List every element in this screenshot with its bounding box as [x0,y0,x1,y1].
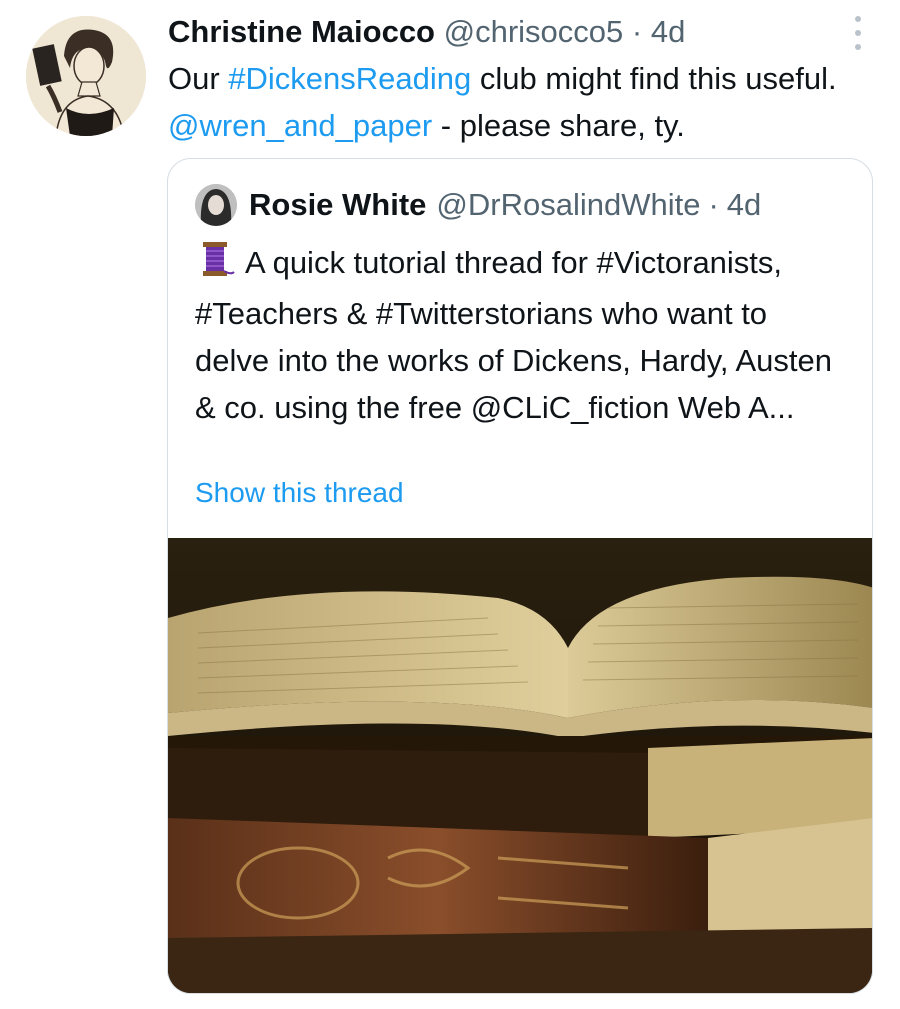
avatar[interactable] [26,16,146,136]
avatar-illustration [26,16,146,136]
dot [855,30,861,36]
more-vertical-icon[interactable] [852,16,864,50]
show-thread-link[interactable]: Show this thread [195,477,404,509]
tweet-text-part: Our [168,61,229,96]
author-handle[interactable]: @chrisocco5 [444,14,624,49]
quoted-avatar-photo [195,184,237,226]
dot [855,44,861,50]
hashtag-link[interactable]: #DickensReading [228,61,471,96]
quoted-author-name[interactable]: Rosie White [249,187,426,223]
tweet-text-part: club might find this useful. [471,61,837,96]
quoted-tweet-text-block: A quick tutorial thread for #Victoranist… [195,239,845,431]
thread-spool-icon [195,241,235,290]
tweet-text: Our #DickensReading club might find this… [168,55,868,149]
quoted-tweet-time: 4d [726,187,762,222]
quoted-author-avatar[interactable] [195,184,237,226]
separator: · [708,187,719,222]
quoted-tweet-text: A quick tutorial thread for #Victoranist… [195,245,832,425]
tweet-image[interactable] [168,538,872,993]
quoted-tweet-header: Rosie White @DrRosalindWhite · 4d [195,184,762,226]
tweet-time[interactable]: 4d [651,14,685,49]
author-name[interactable]: Christine Maiocco [168,14,435,49]
mention-link[interactable]: @wren_and_paper [168,108,432,143]
quoted-tweet[interactable]: Rosie White @DrRosalindWhite · 4d A quic… [167,158,873,994]
separator: · [631,14,643,49]
tweet-text-part: - please share, ty. [432,108,685,143]
dot [855,16,861,22]
books-photo [168,538,872,993]
tweet-header: Christine Maiocco @chrisocco5 · 4d [168,10,830,54]
quoted-author-handle[interactable]: @DrRosalindWhite [436,187,700,223]
